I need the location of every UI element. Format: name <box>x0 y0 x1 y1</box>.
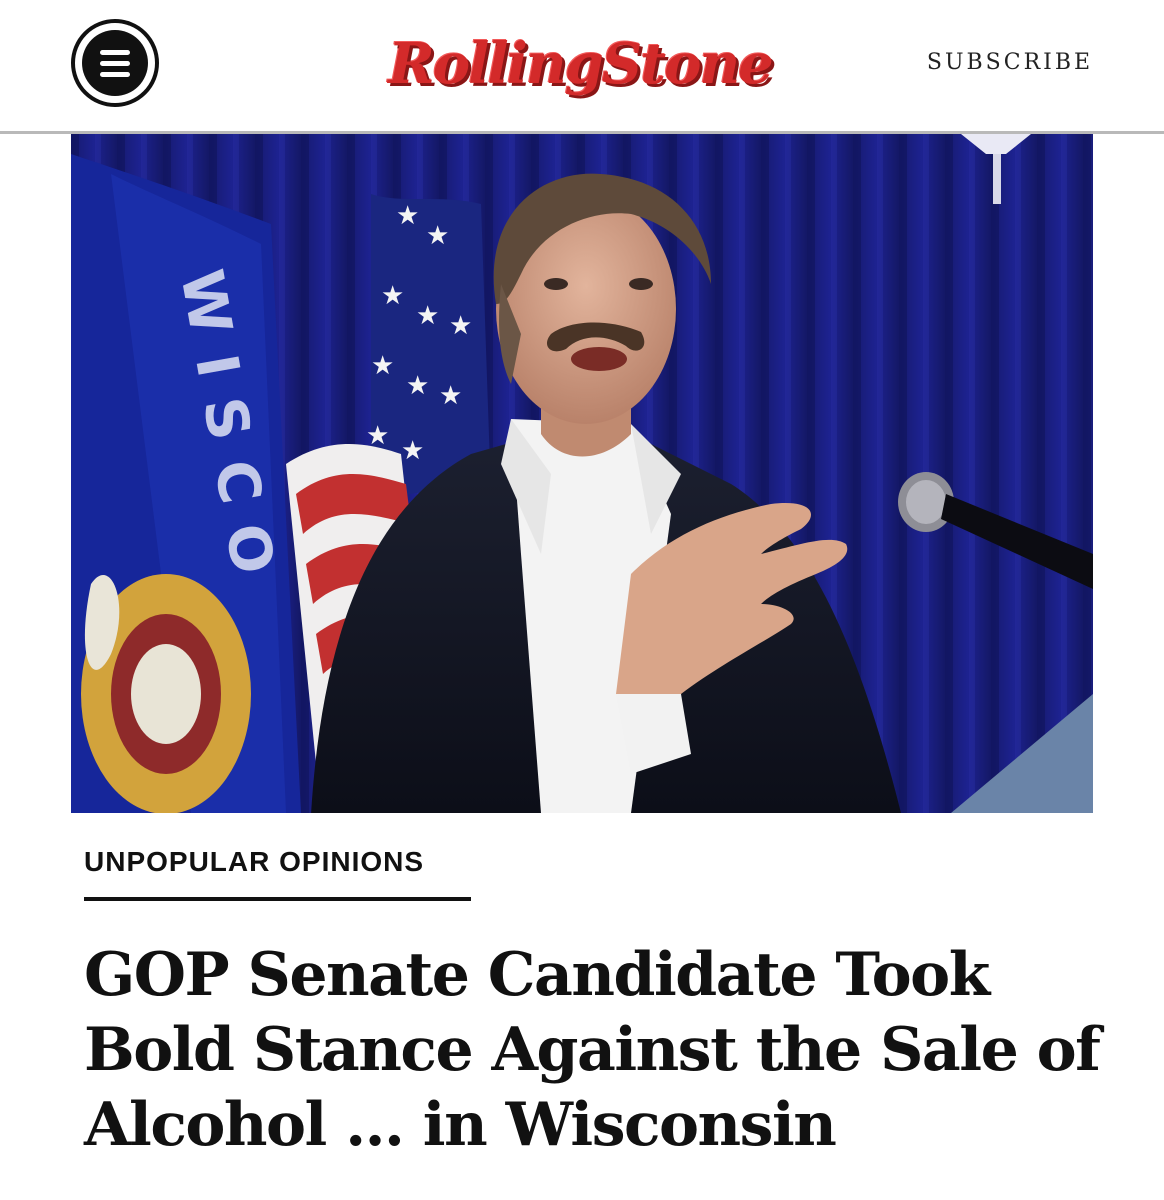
hero-photo-illustration: WISCO ★★ ★★ ★ ★★ ★ ★ ★ <box>71 134 1093 813</box>
menu-button[interactable] <box>71 19 159 107</box>
category-underline <box>84 897 471 901</box>
svg-text:★: ★ <box>366 421 389 451</box>
svg-text:★: ★ <box>371 351 394 381</box>
article-category-link[interactable]: UNPOPULAR OPINIONS <box>84 846 424 878</box>
headline-line: GOP Senate Candidate Took <box>84 940 990 1010</box>
svg-text:★: ★ <box>426 221 449 251</box>
site-logo[interactable]: RollingStone <box>380 24 780 104</box>
svg-text:★: ★ <box>439 381 462 411</box>
article-headline[interactable]: GOP Senate Candidate Took Bold Stance Ag… <box>84 938 1101 1163</box>
hamburger-menu-icon <box>82 30 148 96</box>
svg-text:★: ★ <box>406 371 429 401</box>
headline-line: Bold Stance Against the Sale of <box>84 1015 1101 1085</box>
subscribe-link[interactable]: SUBSCRIBE <box>910 44 1110 80</box>
svg-text:★: ★ <box>416 301 439 331</box>
headline-line: Alcohol ... in Wisconsin <box>84 1090 837 1160</box>
svg-text:★: ★ <box>381 281 404 311</box>
site-header: RollingStone SUBSCRIBE <box>0 0 1164 132</box>
svg-text:★: ★ <box>401 436 424 466</box>
hero-image[interactable]: WISCO ★ ★ ★ ★ ★ ★ ★ ★ ★ ★ <box>71 134 1093 813</box>
svg-text:★: ★ <box>449 311 472 341</box>
svg-text:★: ★ <box>396 201 419 231</box>
